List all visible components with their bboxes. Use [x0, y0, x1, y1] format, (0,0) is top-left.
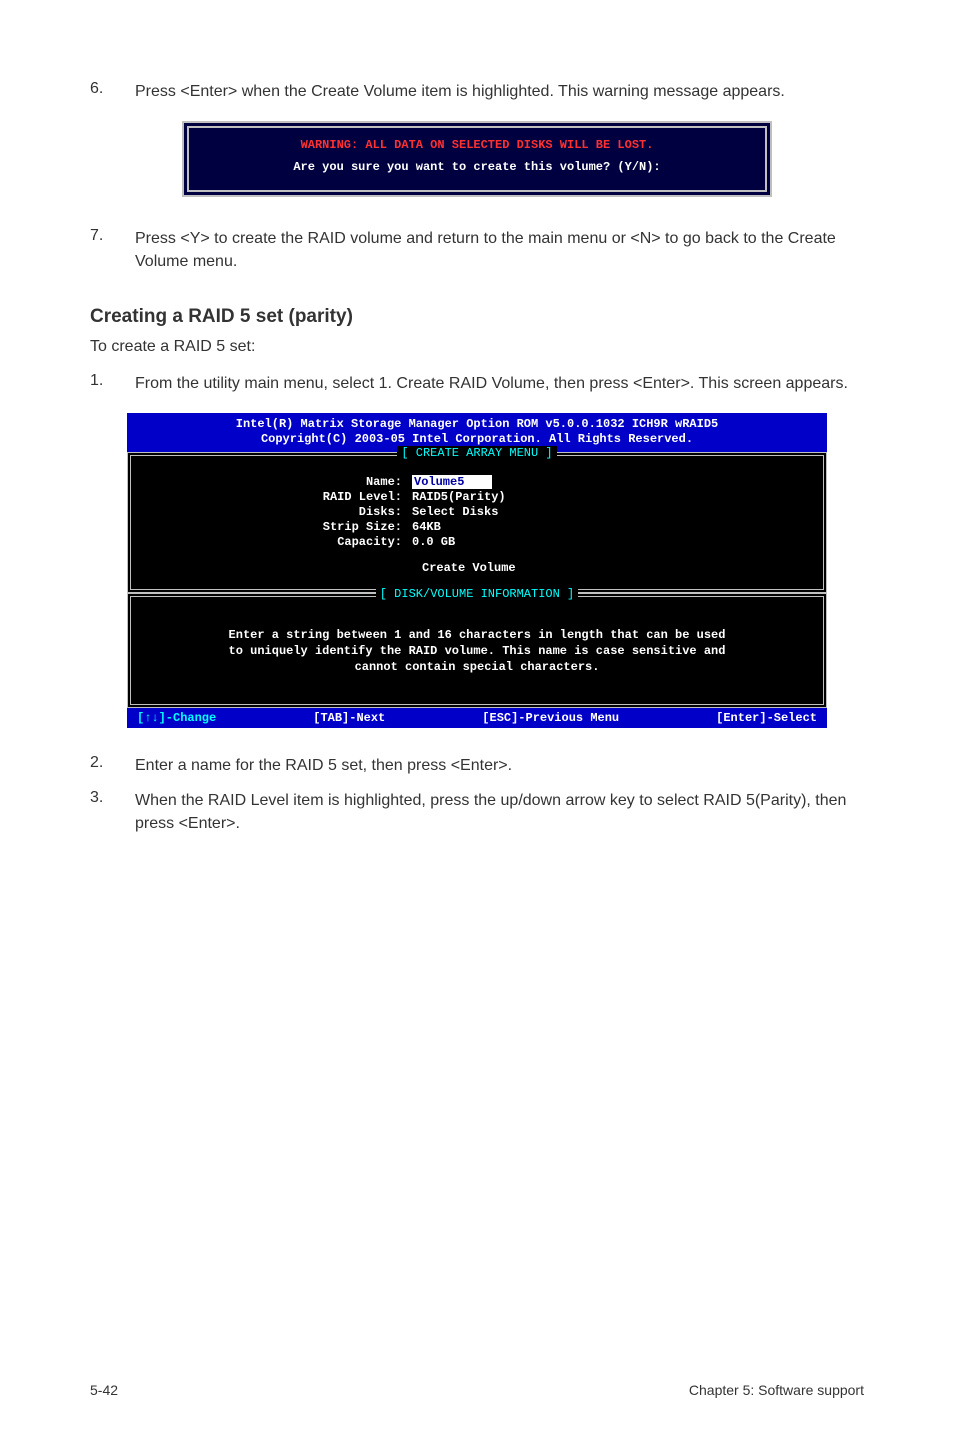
step-1: 1. From the utility main menu, select 1.…	[90, 372, 864, 395]
name-label: Name:	[147, 475, 412, 489]
footer-prev: [ESC]-Previous Menu	[482, 711, 619, 725]
capacity-label: Capacity:	[147, 535, 412, 549]
step-text: When the RAID Level item is highlighted,…	[135, 789, 864, 835]
step-text: Press <Enter> when the Create Volume ite…	[135, 80, 785, 103]
step-number: 6.	[90, 80, 135, 103]
create-array-title: [ CREATE ARRAY MENU ]	[131, 446, 823, 460]
disk-info-title: [ DISK/VOLUME INFORMATION ]	[131, 587, 823, 601]
capacity-value[interactable]: 0.0 GB	[412, 535, 455, 549]
step-text: Enter a name for the RAID 5 set, then pr…	[135, 754, 512, 777]
create-array-box: [ CREATE ARRAY MENU ] Name: Volume5 RAID…	[127, 452, 827, 593]
warning-prompt: Are you sure you want to create this vol…	[203, 160, 751, 174]
raid-level-value[interactable]: RAID5(Parity)	[412, 490, 506, 504]
page-footer: 5-42 Chapter 5: Software support	[90, 1382, 864, 1398]
step-2: 2. Enter a name for the RAID 5 set, then…	[90, 754, 864, 777]
disks-value[interactable]: Select Disks	[412, 505, 498, 519]
warning-content: WARNING: ALL DATA ON SELECTED DISKS WILL…	[189, 128, 765, 190]
step-number: 1.	[90, 372, 135, 395]
footer-change: [↑↓]-Change	[137, 711, 216, 725]
info-line-2: to uniquely identify the RAID volume. Th…	[147, 643, 807, 659]
info-line-1: Enter a string between 1 and 16 characte…	[147, 627, 807, 643]
create-volume-action[interactable]: Create Volume	[147, 561, 807, 575]
raid-terminal: Intel(R) Matrix Storage Manager Option R…	[127, 413, 827, 728]
footer-next: [TAB]-Next	[313, 711, 385, 725]
raid-footer-bar: [↑↓]-Change [TAB]-Next [ESC]-Previous Me…	[127, 708, 827, 728]
page-number: 5-42	[90, 1382, 118, 1398]
step-3: 3. When the RAID Level item is highlight…	[90, 789, 864, 835]
disk-info-box: [ DISK/VOLUME INFORMATION ] Enter a stri…	[127, 593, 827, 708]
chapter-title: Chapter 5: Software support	[689, 1382, 864, 1398]
name-input[interactable]: Volume5	[412, 475, 492, 489]
step-7: 7. Press <Y> to create the RAID volume a…	[90, 227, 864, 273]
step-number: 7.	[90, 227, 135, 273]
strip-size-value[interactable]: 64KB	[412, 520, 441, 534]
step-number: 2.	[90, 754, 135, 777]
footer-select: [Enter]-Select	[716, 711, 817, 725]
disk-info-body: Enter a string between 1 and 16 characte…	[131, 609, 823, 704]
step-text: From the utility main menu, select 1. Cr…	[135, 372, 848, 395]
warning-dialog: WARNING: ALL DATA ON SELECTED DISKS WILL…	[182, 121, 772, 197]
raid-level-label: RAID Level:	[147, 490, 412, 504]
step-number: 3.	[90, 789, 135, 835]
disks-label: Disks:	[147, 505, 412, 519]
step-6: 6. Press <Enter> when the Create Volume …	[90, 80, 864, 103]
section-heading: Creating a RAID 5 set (parity)	[90, 306, 864, 328]
step-text: Press <Y> to create the RAID volume and …	[135, 227, 864, 273]
create-array-body: Name: Volume5 RAID Level: RAID5(Parity) …	[131, 468, 823, 589]
info-line-3: cannot contain special characters.	[147, 659, 807, 675]
warning-red-text: WARNING: ALL DATA ON SELECTED DISKS WILL…	[203, 138, 751, 152]
strip-size-label: Strip Size:	[147, 520, 412, 534]
raid-title-line1: Intel(R) Matrix Storage Manager Option R…	[127, 417, 827, 433]
section-subtext: To create a RAID 5 set:	[90, 338, 864, 356]
